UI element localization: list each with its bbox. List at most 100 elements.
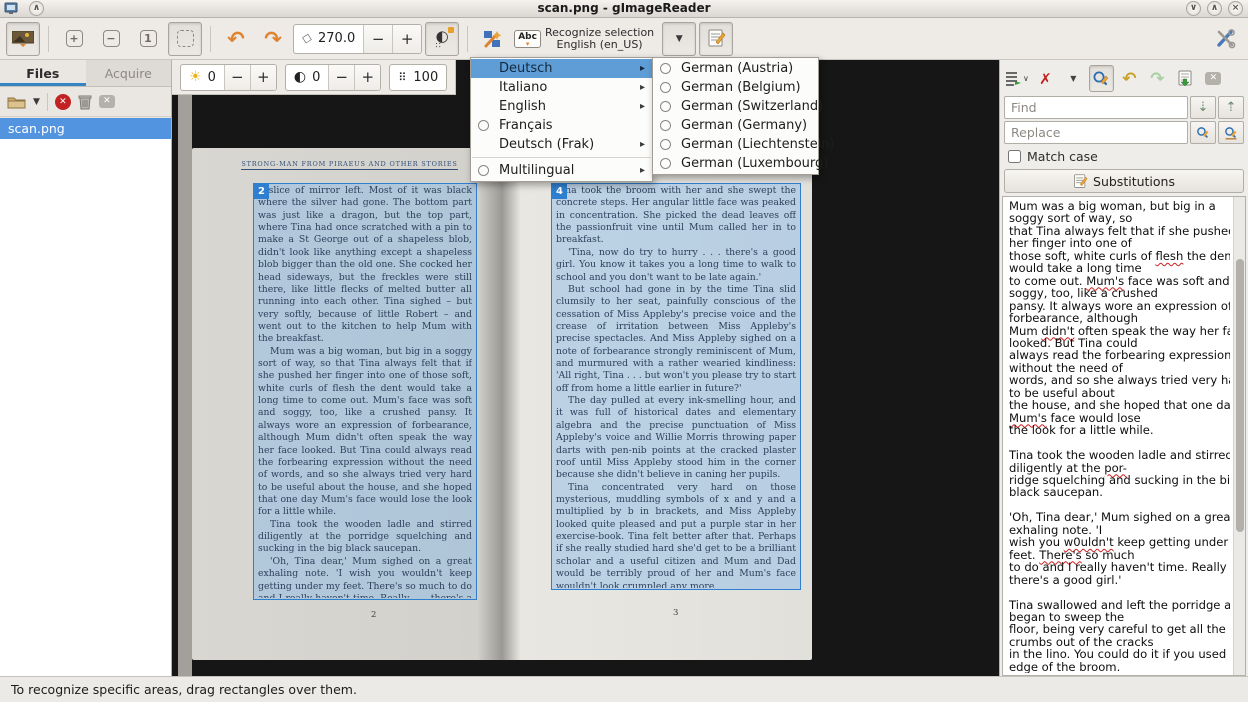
ocr-output-area[interactable]: Mum was a big woman, but big in a soggy … [1002,196,1246,676]
auto-layout-button[interactable] [476,22,510,56]
recognize-language-dropdown[interactable]: ▼ [662,22,696,56]
close-button[interactable]: × [1228,1,1243,16]
strip-dropdown-button[interactable]: ▼ [1061,65,1086,92]
language-submenu-item[interactable]: German (Liechtenstein) [653,135,818,154]
open-folder-icon[interactable] [7,95,26,109]
language-menu-item[interactable]: Français [471,116,652,135]
status-message: To recognize specific areas, drag rectan… [11,682,357,697]
ocr-selection-region-2[interactable]: 2 a slice of mirror left. Most of it was… [253,183,477,600]
zoom-fit-icon [177,30,194,47]
rotate-right-icon: ↷ [264,29,282,49]
replace-button[interactable] [1190,121,1216,144]
scrollbar-thumb[interactable] [1236,259,1244,531]
image-controls-bar: ☀0 − + ◐0 − + ⠿100 [172,60,456,95]
rotation-value[interactable]: 270.0 [318,31,355,46]
ocr-selection-region-4[interactable]: 4 Tina took the broom with her and she s… [551,183,801,590]
language-submenu: German (Austria)German (Belgium)German (… [652,57,819,175]
tab-files[interactable]: Files [0,60,86,86]
output-scrollbar[interactable] [1233,197,1245,675]
insert-mode-icon [1005,71,1022,86]
image-controls-icon: ◐∷ [436,29,449,48]
recognize-label: Recognize selection [545,27,654,39]
clear-files-icon[interactable]: ✕ [99,95,115,108]
zoom-original-button[interactable]: 1 [131,22,165,56]
language-menu-item[interactable]: Deutsch▸ [471,59,652,78]
delete-file-icon[interactable] [78,94,92,110]
find-row: ⇣ ⇡ [1004,96,1244,119]
left-page-number: 2 [371,610,376,620]
find-replace-icon [1092,70,1110,88]
brightness-decrease-button[interactable]: − [224,65,250,90]
image-icon [12,31,34,47]
rotation-decrease-button[interactable]: − [363,25,392,53]
status-bar: To recognize specific areas, drag rectan… [0,676,1248,702]
insert-mode-button[interactable]: ∨ [1004,65,1030,92]
ocr-output-text[interactable]: Mum was a big woman, but big in a soggy … [1009,200,1230,673]
replace-all-button[interactable] [1218,121,1244,144]
rotate-left-icon: ↶ [227,29,245,49]
strip-crlf-button[interactable]: ✗ [1033,65,1058,92]
brightness-value[interactable]: 0 [208,70,216,85]
rotation-increase-button[interactable]: + [392,25,421,53]
maximize-button[interactable]: ∧ [1207,1,1222,16]
image-controls-toggle[interactable]: ◐∷ [425,22,459,56]
language-submenu-item[interactable]: German (Germany) [653,116,818,135]
tools-wrench-icon [1215,28,1236,49]
tab-acquire[interactable]: Acquire [86,60,172,86]
open-dropdown-icon[interactable]: ▼ [33,97,40,107]
zoom-in-button[interactable]: + [57,22,91,56]
output-panel: ∨ ✗ ▼ ↶ ↷ ✕ ⇣ ⇡ [999,60,1248,676]
language-menu-item[interactable]: Multilingual▸ [471,161,652,180]
match-case-checkbox[interactable] [1008,150,1021,163]
scan-edge [178,60,192,676]
rotate-right-button[interactable]: ↷ [256,22,290,56]
toolbar-separator [47,93,48,111]
strip-icon: ✗ [1039,70,1052,88]
language-menu-item[interactable]: English▸ [471,97,652,116]
find-previous-button[interactable]: ⇡ [1218,96,1244,119]
zoom-fit-button[interactable] [168,22,202,56]
menu-separator [472,157,651,158]
left-page-text: a slice of mirror left. Most of it was b… [258,185,472,598]
toolbar-separator [467,26,468,52]
language-submenu-item[interactable]: German (Austria) [653,59,818,78]
undo-button[interactable]: ↶ [1117,65,1142,92]
replace-input[interactable] [1004,121,1188,144]
rotate-left-button[interactable]: ↶ [219,22,253,56]
right-page-number: 3 [673,608,678,618]
language-submenu-item[interactable]: German (Switzerland) [653,97,818,116]
substitutions-button[interactable]: Substitutions [1004,169,1244,193]
resolution-spinbox: ⠿100 [389,64,447,91]
settings-button[interactable] [1208,22,1242,56]
language-menu: Deutsch▸Italiano▸English▸FrançaisDeutsch… [470,57,653,182]
file-list-item-selected[interactable]: scan.png [0,118,171,139]
contrast-value[interactable]: 0 [312,70,320,85]
remove-file-icon[interactable]: ✕ [55,94,71,110]
resolution-value[interactable]: 100 [413,70,438,85]
redo-button[interactable]: ↷ [1145,65,1170,92]
minimize-button[interactable]: ∨ [1186,1,1201,16]
language-submenu-item[interactable]: German (Belgium) [653,78,818,97]
open-image-button[interactable] [6,22,40,56]
zoom-out-button[interactable]: − [94,22,128,56]
clear-output-button[interactable]: ✕ [1201,65,1226,92]
brightness-icon: ☀ [189,69,202,85]
brightness-spinbox: ☀ 0 − + [180,64,277,91]
chevron-down-icon: ▼ [1070,74,1076,83]
language-menu-item[interactable]: Italiano▸ [471,78,652,97]
rotation-spinbox: ◇270.0 − + [293,24,422,54]
save-output-button[interactable] [1173,65,1198,92]
find-input[interactable] [1004,96,1188,119]
contrast-increase-button[interactable]: + [354,65,380,90]
brightness-increase-button[interactable]: + [250,65,276,90]
output-toolbar: ∨ ✗ ▼ ↶ ↷ ✕ [1002,62,1246,95]
language-submenu-item[interactable]: German (Luxembourg) [653,154,818,173]
output-pane-toggle[interactable] [699,22,733,56]
contrast-decrease-button[interactable]: − [328,65,354,90]
find-replace-toggle[interactable] [1089,65,1114,92]
toolbar-separator [210,26,211,52]
find-next-button[interactable]: ⇣ [1190,96,1216,119]
language-menu-item[interactable]: Deutsch (Frak)▸ [471,135,652,154]
abc-icon: Abc▾ [514,30,541,48]
recognize-button[interactable]: Abc▾ Recognize selection English (en_US) [513,22,659,56]
